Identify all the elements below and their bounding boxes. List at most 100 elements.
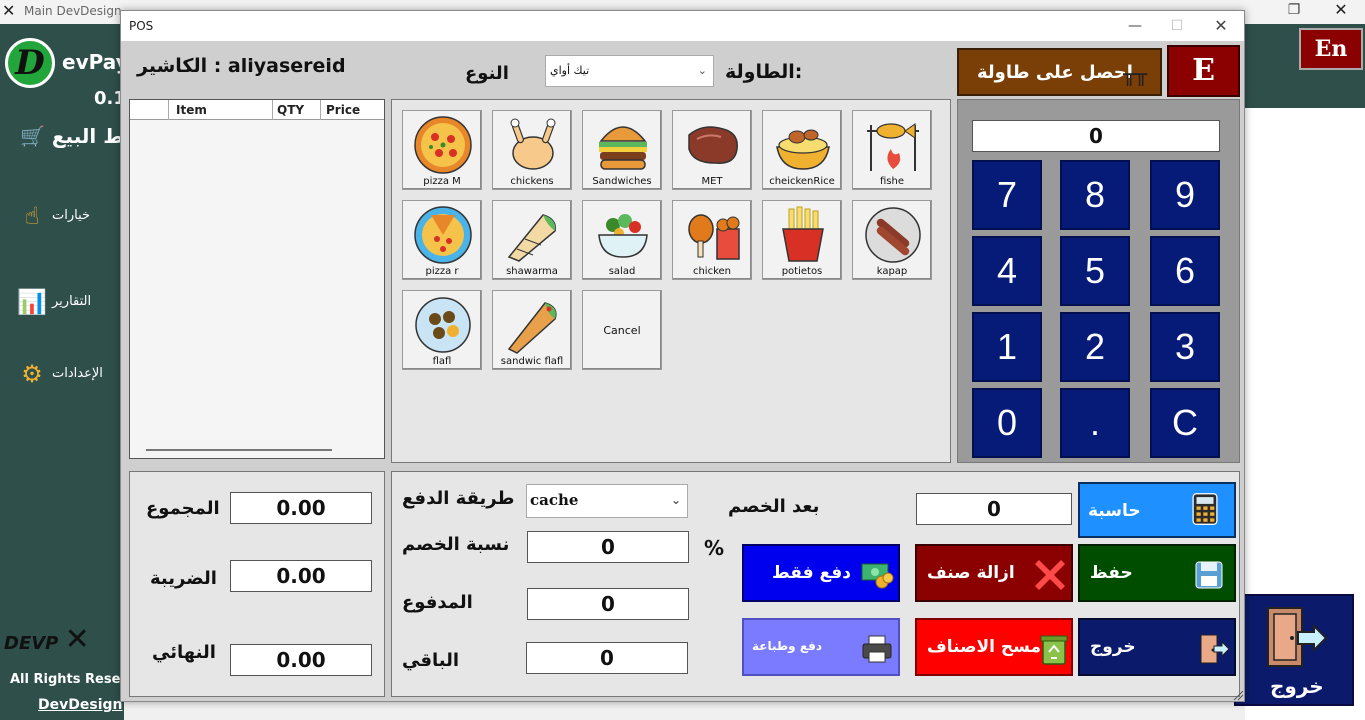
sidebar-pos-label[interactable]: 🛒 ط البيع (20, 124, 124, 148)
order-type-label: النوع (465, 63, 509, 84)
menu-item-label: pizza r (425, 266, 459, 277)
menu-item-pizza-r[interactable]: pizza r (402, 200, 482, 280)
pay-and-print-label: دفع وطباعة (752, 639, 823, 653)
menu-item-shawarma[interactable]: shawarma (492, 200, 572, 280)
minimize-icon[interactable]: — (1117, 15, 1153, 37)
get-table-button[interactable]: احصل على طاولة ╥╥ (957, 48, 1162, 96)
order-type-select[interactable]: تيك أواي ⌄ (545, 55, 714, 87)
calculator-button[interactable]: حاسبة (1078, 482, 1236, 538)
resize-grip-icon[interactable] (1232, 689, 1244, 701)
discount-percent-label: نسبة الخصم (402, 534, 510, 555)
exit-button[interactable]: خروج (1078, 618, 1236, 676)
main-sidebar: D evPay 0.1 🛒 ط البيع ☝ خيارات 📊 التقاري… (0, 24, 129, 720)
pay-and-print-button[interactable]: دفع وطباعة (742, 618, 900, 676)
menu-item-cancel[interactable]: Cancel (582, 290, 662, 370)
menu-items-panel: pizza M chickens Sandwiches MET cheicken… (391, 99, 951, 463)
menu-item-kapap[interactable]: kapap (852, 200, 932, 280)
column-qty: QTY (277, 103, 305, 117)
fork-knife-icon: ✕ (64, 622, 90, 657)
recycle-bin-icon (1040, 635, 1068, 665)
menu-item-met[interactable]: MET (672, 110, 752, 190)
final-label: النهائي (152, 642, 216, 663)
language-en-button[interactable]: En (1299, 28, 1363, 70)
e-button[interactable]: E (1167, 45, 1240, 97)
key-7[interactable]: 7 (972, 160, 1042, 230)
steak-icon (688, 126, 738, 164)
clear-items-button[interactable]: مسح الاصناف (915, 618, 1073, 676)
maximize-icon[interactable]: ☐ (1159, 15, 1195, 37)
cart-icon: 🛒 (20, 124, 45, 148)
burger-icon (599, 126, 647, 170)
fries-icon (782, 206, 824, 262)
sidebar-item-options[interactable]: ☝ خيارات (14, 194, 124, 238)
discount-percent-input[interactable]: 0 (527, 531, 689, 563)
menu-item-chickens[interactable]: chickens (492, 110, 572, 190)
menu-item-label: kapap (876, 266, 908, 277)
wrap-icon (507, 302, 557, 354)
brand-name: evPay (62, 50, 129, 74)
menu-item-sandwic-flafl[interactable]: sandwic flafl (492, 290, 572, 370)
key-6[interactable]: 6 (1150, 236, 1220, 306)
chevron-down-icon: ⌄ (670, 493, 681, 507)
cash-coins-icon (861, 563, 894, 589)
roast-chicken-icon (510, 118, 556, 170)
key-4[interactable]: 4 (972, 236, 1042, 306)
after-discount-label: بعد الخصم (728, 496, 820, 517)
key-0[interactable]: 0 (972, 388, 1042, 458)
key-dot[interactable]: . (1060, 388, 1130, 458)
red-x-icon (1035, 560, 1065, 590)
key-1[interactable]: 1 (972, 312, 1042, 382)
percent-sign: % (704, 536, 725, 560)
key-8[interactable]: 8 (1060, 160, 1130, 230)
exit-door-icon (1267, 607, 1328, 667)
sidebar-pos-text: ط البيع (51, 124, 124, 148)
payment-method-select[interactable]: cache ⌄ (526, 484, 688, 518)
key-2[interactable]: 2 (1060, 312, 1130, 382)
falafel-icon (415, 297, 471, 353)
payment-method-label: طريقة الدفع (402, 488, 515, 509)
menu-item-salad[interactable]: salad (582, 200, 662, 280)
key-clear[interactable]: C (1150, 388, 1220, 458)
save-label: حفظ (1090, 563, 1133, 583)
menu-item-potietos[interactable]: potietos (762, 200, 842, 280)
sidebar-item-reports[interactable]: 📊 التقارير (14, 280, 124, 324)
pay-only-button[interactable]: دفع فقط (742, 544, 900, 602)
save-button[interactable]: حفظ (1078, 544, 1236, 602)
menu-item-chicken[interactable]: chicken (672, 200, 752, 280)
menu-item-sandwiches[interactable]: Sandwiches (582, 110, 662, 190)
fried-chicken-icon (688, 214, 740, 260)
menu-item-label: shawarma (506, 266, 558, 277)
final-value: 0.00 (230, 644, 372, 676)
table-chairs-icon: ╥╥ (1123, 62, 1148, 86)
order-grid[interactable]: Item QTY Price (129, 99, 385, 459)
key-5[interactable]: 5 (1060, 236, 1130, 306)
paid-input[interactable]: 0 (527, 588, 689, 620)
kebab-icon (865, 207, 921, 263)
column-price: Price (326, 103, 361, 117)
floppy-disk-icon (1195, 561, 1223, 589)
remove-item-button[interactable]: ازالة صنف (915, 544, 1073, 602)
main-close-icon[interactable]: ✕ (1326, 0, 1356, 22)
gear-icon: ⚙ (21, 360, 43, 388)
menu-item-fishe[interactable]: fishe (852, 110, 932, 190)
horizontal-scrollbar[interactable] (146, 449, 332, 451)
menu-item-cheickenrice[interactable]: cheickenRice (762, 110, 842, 190)
menu-item-flafl[interactable]: flafl (402, 290, 482, 370)
pos-close-icon[interactable]: ✕ (1203, 15, 1239, 37)
restore-icon[interactable]: ❐ (1282, 2, 1306, 22)
footer-logo-text: DEVP (4, 633, 59, 654)
key-9[interactable]: 9 (1150, 160, 1220, 230)
pos-window-title: POS (129, 19, 154, 33)
sidebar-item-label: التقارير (52, 294, 92, 309)
salad-icon (598, 214, 648, 258)
sidebar-item-settings[interactable]: ⚙ الإعدادات (14, 352, 124, 396)
totals-panel: المجموع 0.00 الضريبة 0.00 النهائي 0.00 (129, 471, 385, 697)
menu-item-pizza-m[interactable]: pizza M (402, 110, 482, 190)
get-table-label: احصل على طاولة (977, 62, 1133, 83)
devdesign-link[interactable]: DevDesign (38, 697, 122, 713)
main-exit-button[interactable]: خروج (1234, 594, 1354, 706)
app-cross-icon: ✕ (2, 1, 16, 20)
key-3[interactable]: 3 (1150, 312, 1220, 382)
keypad-display[interactable]: 0 (972, 120, 1220, 152)
printer-icon (862, 635, 892, 663)
